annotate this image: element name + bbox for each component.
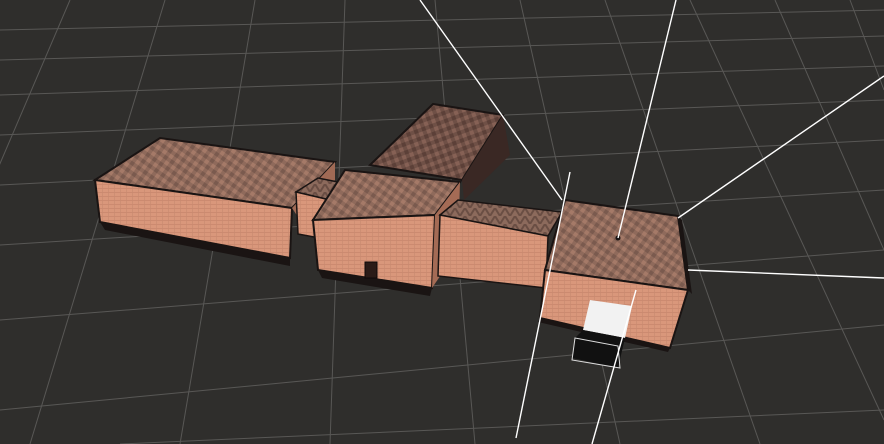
scene-canvas[interactable] xyxy=(0,0,884,444)
building-center[interactable] xyxy=(311,168,462,296)
door[interactable] xyxy=(364,261,378,279)
3d-viewport[interactable] xyxy=(0,0,884,444)
corridor-east[interactable] xyxy=(437,199,564,289)
